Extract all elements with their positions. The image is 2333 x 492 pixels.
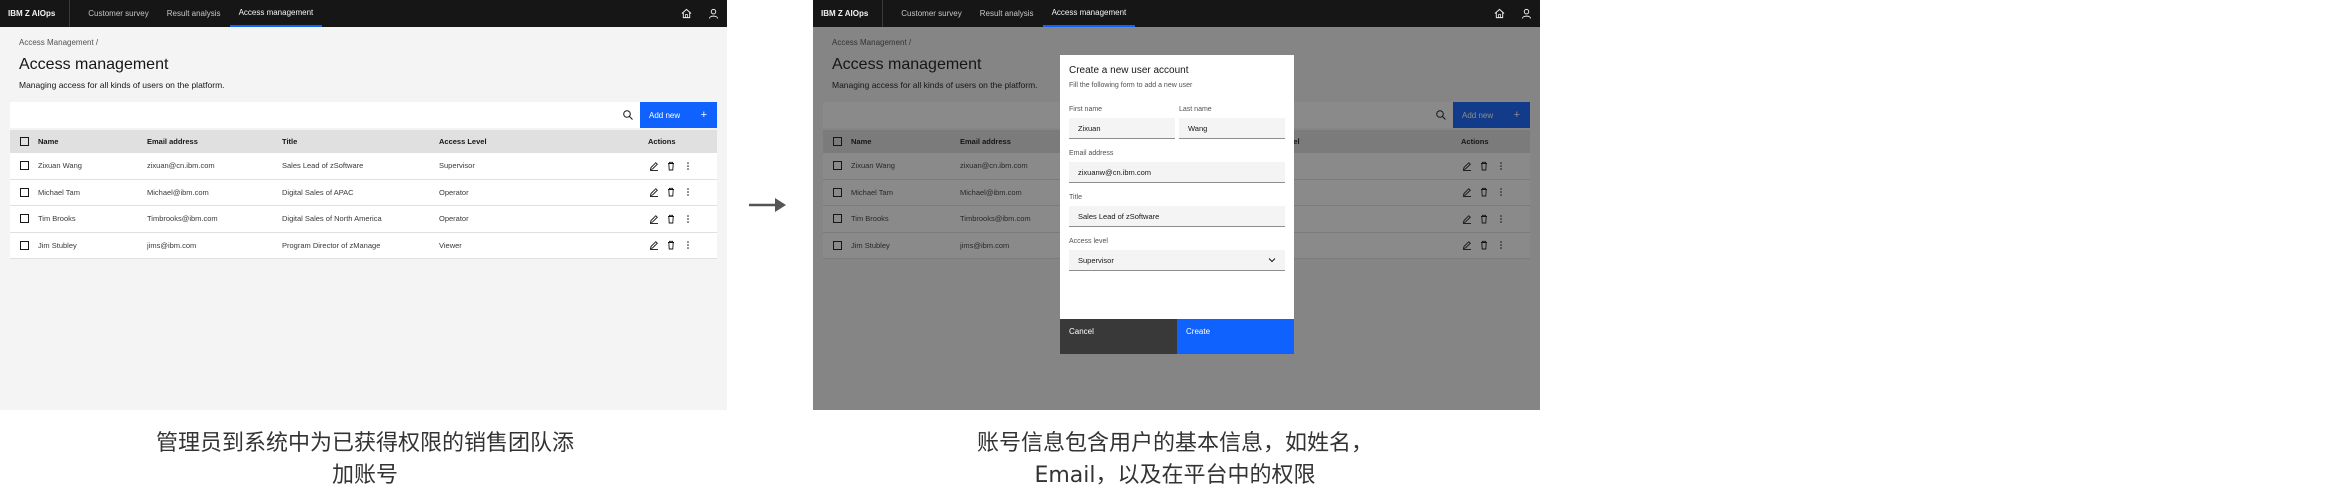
- delete-icon[interactable]: [665, 160, 676, 171]
- edit-icon[interactable]: [648, 213, 659, 224]
- nav-customer-survey[interactable]: Customer survey: [892, 0, 970, 27]
- cell-title: Program Director of zManage: [282, 240, 381, 250]
- user-icon[interactable]: [700, 0, 727, 27]
- users-table: Name Email address Title Access Level Ac…: [10, 130, 717, 259]
- row-checkbox[interactable]: [19, 240, 29, 250]
- add-new-button[interactable]: Add new +: [640, 102, 717, 128]
- column-header-actions: Actions: [648, 137, 676, 146]
- cell-name: Jim Stubley: [38, 240, 77, 250]
- search-input[interactable]: [10, 102, 640, 128]
- caption-left: 管理员到系统中为已获得权限的销售团队添加账号: [155, 431, 574, 488]
- home-icon[interactable]: [673, 0, 700, 27]
- brand-name: Z AIOps: [24, 9, 56, 18]
- overflow-menu-icon[interactable]: [682, 187, 693, 198]
- cell-email: Michael@ibm.com: [147, 187, 209, 197]
- table-row[interactable]: Jim Stubley jims@ibm.com Program Director …: [10, 232, 717, 259]
- create-user-modal: Create a new user account Fill the follo…: [1060, 55, 1294, 354]
- modal-title: Create a new user account: [1069, 65, 1189, 76]
- overflow-menu-icon[interactable]: [682, 240, 693, 251]
- row-checkbox[interactable]: [19, 187, 29, 197]
- top-header: IBM Z AIOps Customer survey Result analy…: [813, 0, 1540, 27]
- add-new-label: Add new: [649, 110, 681, 120]
- overflow-menu-icon[interactable]: [682, 160, 693, 171]
- row-checkbox[interactable]: [19, 214, 29, 224]
- nav-result-analysis[interactable]: Result analysis: [158, 0, 230, 27]
- brand-logo[interactable]: IBM Z AIOps: [813, 0, 884, 27]
- brand-prefix: IBM: [821, 9, 836, 18]
- title-label: Title: [1069, 194, 1082, 201]
- first-name-field[interactable]: Zixuan: [1069, 118, 1175, 139]
- access-management-screen: IBM Z AIOps Customer survey Result analy…: [0, 0, 727, 410]
- overflow-menu-icon[interactable]: [682, 213, 693, 224]
- page-title: Access management: [19, 56, 169, 73]
- access-level-label: Access level: [1069, 238, 1108, 245]
- edit-icon[interactable]: [648, 160, 659, 171]
- cell-email: jims@ibm.com: [147, 240, 197, 250]
- chevron-down-icon: [1268, 258, 1276, 263]
- email-field[interactable]: zixuanw@cn.ibm.com: [1069, 162, 1285, 183]
- create-user-screen: IBM Z AIOps Customer survey Result analy…: [813, 0, 1540, 410]
- last-name-label: Last name: [1179, 106, 1212, 113]
- delete-icon[interactable]: [665, 213, 676, 224]
- nav-customer-survey[interactable]: Customer survey: [79, 0, 157, 27]
- cell-access-level: Operator: [439, 187, 469, 197]
- column-header-access-level[interactable]: Access Level: [439, 137, 648, 146]
- plus-icon: +: [700, 109, 707, 121]
- cell-access-level: Supervisor: [439, 161, 475, 171]
- email-label: Email address: [1069, 150, 1114, 157]
- column-header-name[interactable]: Name: [38, 137, 147, 146]
- cancel-button[interactable]: Cancel: [1060, 319, 1177, 354]
- brand-prefix: IBM: [8, 9, 23, 18]
- row-checkbox[interactable]: [19, 161, 29, 171]
- cell-title: Digital Sales of North America: [282, 214, 382, 224]
- create-button[interactable]: Create: [1177, 319, 1294, 354]
- nav-access-management[interactable]: Access management: [1042, 0, 1136, 27]
- user-icon[interactable]: [1513, 0, 1540, 27]
- access-level-select[interactable]: Supervisor: [1069, 250, 1285, 271]
- delete-icon[interactable]: [665, 240, 676, 251]
- edit-icon[interactable]: [648, 240, 659, 251]
- table-row[interactable]: Michael Tam Michael@ibm.com Digital Sales …: [10, 179, 717, 206]
- cell-access-level: Operator: [439, 214, 469, 224]
- cell-name: Tim Brooks: [38, 214, 76, 224]
- column-header-title[interactable]: Title: [282, 137, 439, 146]
- brand-name: Z AIOps: [837, 9, 869, 18]
- last-name-field[interactable]: Wang: [1179, 118, 1285, 139]
- first-name-label: First name: [1069, 106, 1103, 113]
- access-level-value: Supervisor: [1078, 255, 1114, 265]
- cell-access-level: Viewer: [439, 240, 462, 250]
- table-row[interactable]: Zixuan Wang zixuan@cn.ibm.com Sales Lead o…: [10, 153, 717, 180]
- column-header-email[interactable]: Email address: [147, 137, 282, 146]
- cell-name: Zixuan Wang: [38, 161, 82, 171]
- edit-icon[interactable]: [648, 187, 659, 198]
- top-header: IBM Z AIOps Customer survey Result analy…: [0, 0, 727, 27]
- table-row[interactable]: Tim Brooks Timbrooks@ibm.com Digital Sales…: [10, 206, 717, 233]
- cell-title: Sales Lead of zSoftware: [282, 161, 364, 171]
- table-toolbar: Add new +: [10, 102, 717, 128]
- brand-logo[interactable]: IBM Z AIOps: [0, 0, 71, 27]
- breadcrumb[interactable]: Access Management /: [19, 38, 98, 47]
- cell-title: Digital Sales of APAC: [282, 187, 354, 197]
- caption-right: 账号信息包含用户的基本信息，如姓名，Email，以及在平台中的权限: [976, 431, 1373, 488]
- home-icon[interactable]: [1486, 0, 1513, 27]
- table-header: Name Email address Title Access Level Ac…: [10, 130, 717, 153]
- cell-email: Timbrooks@ibm.com: [147, 214, 218, 224]
- search-icon[interactable]: [622, 109, 634, 121]
- arrow-right-icon: [749, 198, 786, 212]
- modal-subtitle: Fill the following form to add a new use…: [1069, 82, 1193, 89]
- title-field[interactable]: Sales Lead of zSoftware: [1069, 206, 1285, 227]
- cell-name: Michael Tam: [38, 187, 80, 197]
- nav-access-management[interactable]: Access management: [229, 0, 323, 27]
- delete-icon[interactable]: [665, 187, 676, 198]
- cell-email: zixuan@cn.ibm.com: [147, 161, 215, 171]
- nav-result-analysis[interactable]: Result analysis: [971, 0, 1043, 27]
- page-subtitle: Managing access for all kinds of users o…: [19, 80, 225, 90]
- select-all-checkbox[interactable]: [19, 137, 29, 146]
